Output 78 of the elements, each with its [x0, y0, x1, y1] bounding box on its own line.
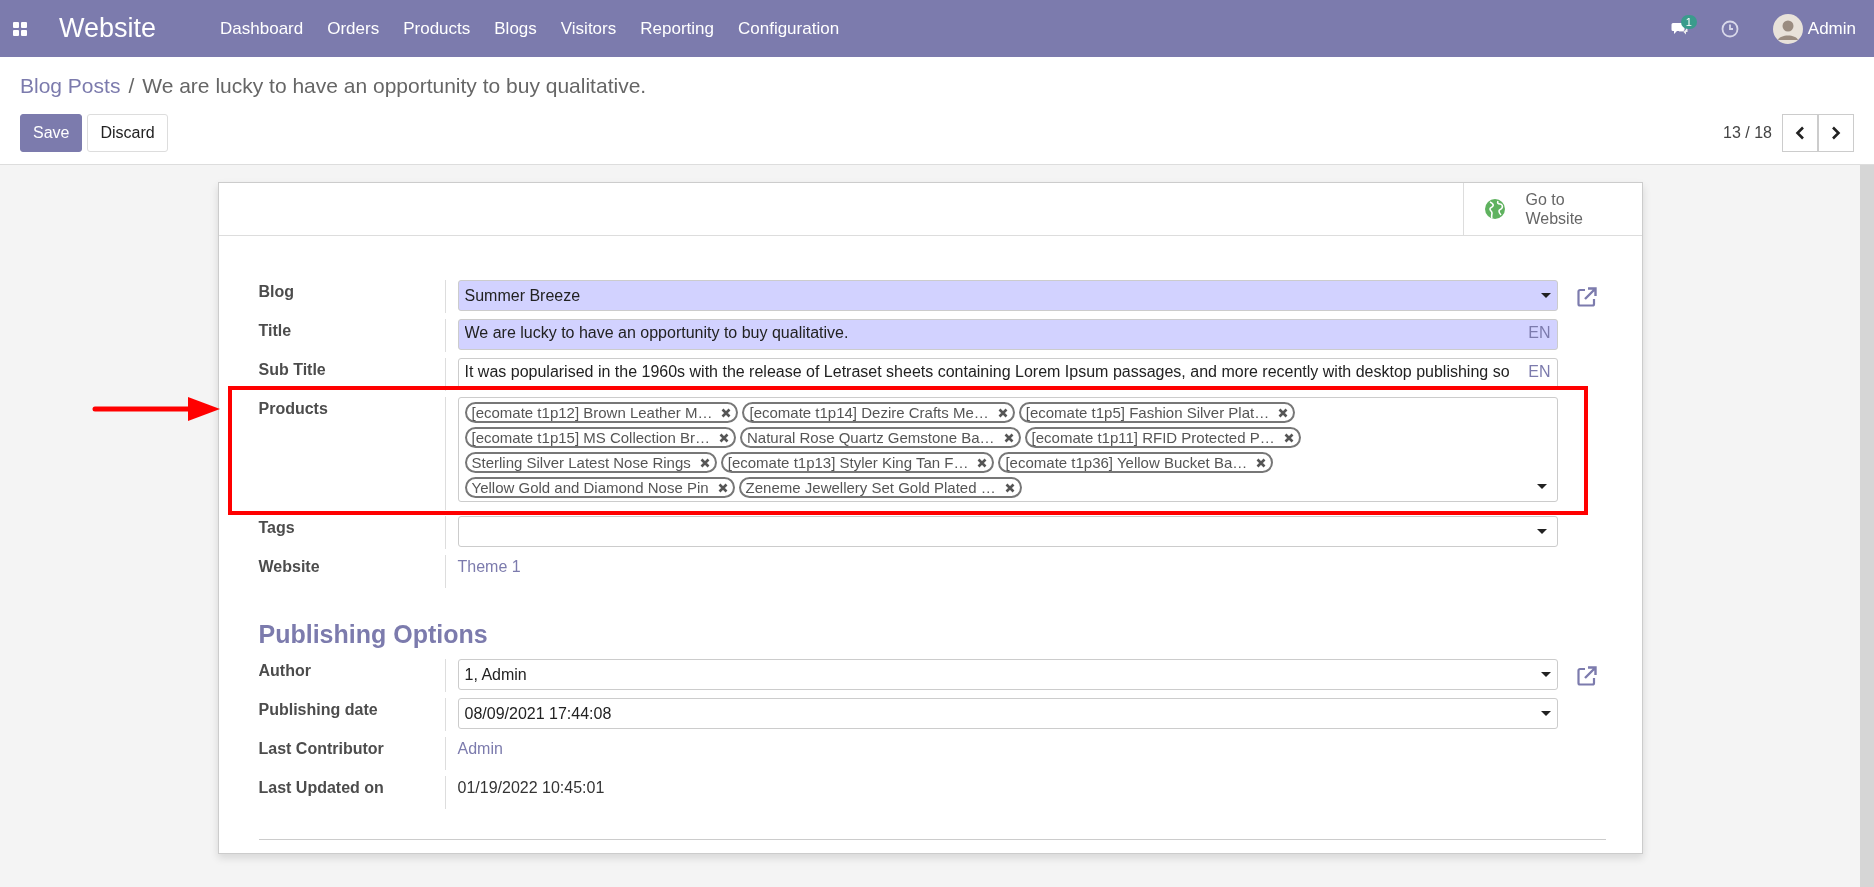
- messages-button[interactable]: 1: [1664, 16, 1695, 41]
- field-label: Tags: [258, 518, 296, 538]
- field-label: Website: [258, 557, 321, 577]
- menu-item[interactable]: Blogs: [482, 18, 549, 39]
- field-link[interactable]: Admin: [457, 737, 503, 758]
- breadcrumb-current: We are lucky to have an opportunity to buy qualitative.: [142, 74, 647, 98]
- discard-button[interactable]: Discard: [87, 114, 168, 152]
- menu-item[interactable]: Visitors: [548, 18, 629, 39]
- next-button[interactable]: [1818, 114, 1854, 152]
- select-field[interactable]: Summer Breeze: [457, 280, 1558, 311]
- menu-item[interactable]: Configuration: [725, 18, 852, 39]
- user-name[interactable]: Admin: [1807, 18, 1856, 39]
- product-tag: [ecomate t1p12] Brown Leather M…: [464, 402, 739, 423]
- select-field[interactable]: 1, Admin: [457, 659, 1558, 690]
- product-tag: [ecomate t1p14] Dezire Crafts Me…: [742, 402, 1015, 423]
- menu-item[interactable]: Orders: [315, 18, 392, 39]
- remove-icon[interactable]: [717, 482, 728, 493]
- breadcrumb-link[interactable]: Blog Posts: [20, 74, 121, 98]
- remove-icon[interactable]: [1003, 432, 1014, 443]
- remove-icon[interactable]: [997, 407, 1008, 418]
- previous-button[interactable]: [1782, 114, 1818, 152]
- menu-item[interactable]: Reporting: [628, 18, 726, 39]
- product-tag: [ecomate t1p11] RFID Protected P…: [1024, 427, 1301, 448]
- remove-icon[interactable]: [1256, 457, 1267, 468]
- chevron-right-icon: [1831, 126, 1841, 140]
- remove-icon[interactable]: [699, 457, 710, 468]
- field-label: Last Contributor: [258, 739, 385, 759]
- select-field[interactable]: 08/09/2021 17:44:08: [457, 698, 1558, 729]
- scrollbar[interactable]: [1860, 165, 1874, 887]
- field-value: 01/19/2022 10:45:01: [457, 778, 605, 797]
- product-tag: Zeneme Jewellery Set Gold Plated …: [738, 477, 1022, 498]
- globe-icon: [1483, 198, 1506, 220]
- product-tag: [ecomate t1p5] Fashion Silver Plat…: [1018, 402, 1296, 423]
- language-button[interactable]: EN: [1528, 324, 1551, 342]
- app-name: Website: [59, 13, 157, 44]
- field-label: Sub Title: [258, 360, 327, 380]
- product-tag: Natural Rose Quartz Gemstone Ba…: [739, 427, 1021, 448]
- menu-item[interactable]: Products: [391, 18, 483, 39]
- remove-icon[interactable]: [1278, 407, 1289, 418]
- product-tag: [ecomate t1p36] Yellow Bucket Ba…: [998, 452, 1274, 473]
- language-button[interactable]: EN: [1528, 363, 1551, 381]
- product-tag: [ecomate t1p13] Styler King Tan F…: [720, 452, 995, 473]
- product-tag: Yellow Gold and Diamond Nose Pin: [464, 477, 735, 498]
- tags-field[interactable]: [457, 516, 1558, 547]
- go-to-website-button[interactable]: Go to Website: [1462, 183, 1642, 235]
- clock-icon[interactable]: [1720, 19, 1739, 38]
- remove-icon[interactable]: [1004, 482, 1015, 493]
- caret-icon: [1536, 484, 1547, 489]
- field-label: Title: [258, 321, 293, 341]
- caret-icon: [1540, 711, 1551, 716]
- caret-icon: [1540, 293, 1551, 298]
- caret-icon: [1536, 529, 1547, 534]
- field-label: Author: [258, 661, 312, 681]
- section-title: Publishing Options: [258, 620, 489, 649]
- external-link-icon[interactable]: [1575, 286, 1598, 308]
- field-label: Blog: [258, 282, 296, 302]
- caret-icon: [1540, 672, 1551, 677]
- remove-icon[interactable]: [1283, 432, 1294, 443]
- apps-menu-icon[interactable]: [13, 21, 27, 36]
- save-button[interactable]: Save: [20, 114, 83, 152]
- field-label: Last Updated on: [258, 778, 385, 798]
- menu-item[interactable]: Dashboard: [208, 18, 316, 39]
- product-tag: Sterling Silver Latest Nose Rings: [464, 452, 717, 473]
- pager-counter: 13 / 18: [1723, 124, 1772, 142]
- remove-icon[interactable]: [718, 432, 729, 443]
- external-link-icon[interactable]: [1575, 665, 1598, 687]
- field-label: Products: [258, 399, 329, 419]
- tags-field[interactable]: [457, 397, 1558, 502]
- breadcrumb-separator: /: [128, 74, 135, 98]
- remove-icon[interactable]: [721, 407, 732, 418]
- avatar-icon[interactable]: [1772, 13, 1803, 44]
- text-field[interactable]: We are lucky to have an opportunity to buy qualitative. EN: [457, 319, 1558, 350]
- remove-icon[interactable]: [977, 457, 988, 468]
- product-tag: [ecomate t1p15] MS Collection Br…: [464, 427, 736, 448]
- field-link[interactable]: Theme 1: [457, 555, 521, 576]
- field-label: Publishing date: [258, 700, 379, 720]
- chevron-left-icon: [1795, 126, 1805, 140]
- message-count-badge: 1: [1680, 14, 1697, 29]
